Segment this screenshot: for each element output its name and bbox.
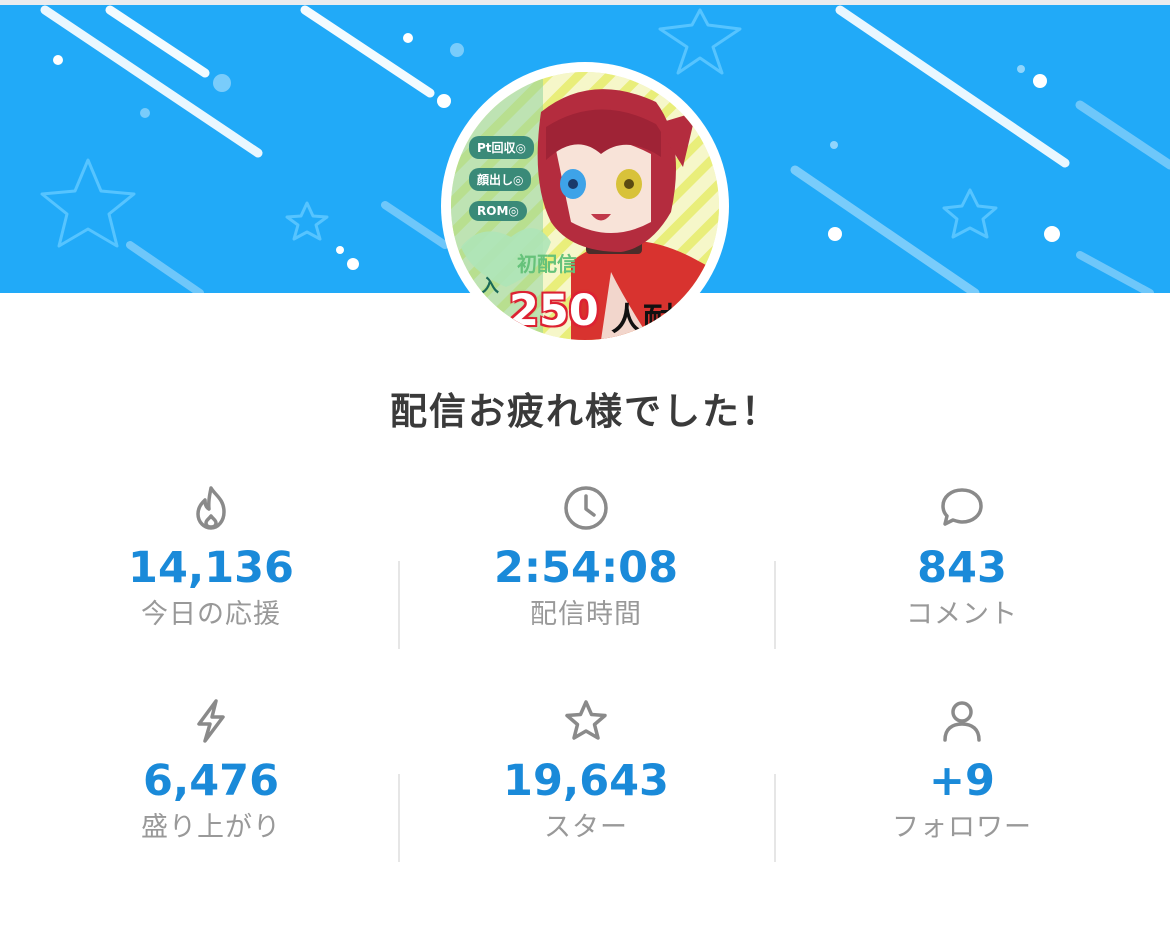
avatar-tag-rom: ROM◎ bbox=[469, 201, 527, 221]
stat-divider bbox=[774, 774, 776, 862]
user-icon bbox=[937, 696, 987, 746]
avatar[interactable]: Pt回収◎ 顔出し◎ ROM◎ 初配信 入 250 人耐久 bbox=[451, 72, 719, 340]
stat-value: 19,643 bbox=[503, 756, 669, 806]
clock-icon bbox=[561, 483, 611, 533]
page-title: 配信お疲れ様でした！ bbox=[390, 390, 780, 433]
stat-divider bbox=[398, 561, 400, 649]
stat-value: 2:54:08 bbox=[494, 543, 678, 593]
stat-excitement: 6,476 盛り上がり bbox=[61, 696, 361, 846]
stat-stars: 19,643 スター bbox=[436, 696, 736, 846]
stat-label: フォロワー bbox=[892, 812, 1032, 843]
stat-label: コメント bbox=[906, 599, 1018, 630]
stat-label: 今日の応援 bbox=[141, 599, 281, 630]
stat-divider bbox=[774, 561, 776, 649]
stat-value: 6,476 bbox=[142, 756, 279, 806]
avatar-tag-pt: Pt回収◎ bbox=[469, 136, 535, 159]
stat-value: +9 bbox=[929, 756, 995, 806]
avatar-tag-face: 顔出し◎ bbox=[469, 168, 532, 191]
stat-divider bbox=[398, 774, 400, 862]
stat-label: 配信時間 bbox=[530, 599, 642, 630]
avatar-badge-text: 初配信 bbox=[517, 252, 577, 276]
avatar-count-suffix: 人耐久 bbox=[611, 300, 708, 338]
star-icon bbox=[561, 696, 611, 746]
stat-support: 14,136 今日の応援 bbox=[61, 483, 361, 633]
stat-value: 843 bbox=[917, 543, 1007, 593]
stat-duration: 2:54:08 配信時間 bbox=[436, 483, 736, 633]
stat-label: 盛り上がり bbox=[141, 812, 281, 843]
stat-followers: +9 フォロワー bbox=[812, 696, 1112, 846]
stat-comments: 843 コメント bbox=[812, 483, 1112, 633]
stat-value: 14,136 bbox=[128, 543, 294, 593]
lightning-icon bbox=[186, 696, 236, 746]
stat-label: スター bbox=[544, 812, 628, 843]
avatar-count-number: 250 bbox=[509, 286, 599, 336]
flame-icon bbox=[186, 483, 236, 533]
avatar-entry-text: 入 bbox=[481, 276, 499, 297]
comment-icon bbox=[937, 483, 987, 533]
